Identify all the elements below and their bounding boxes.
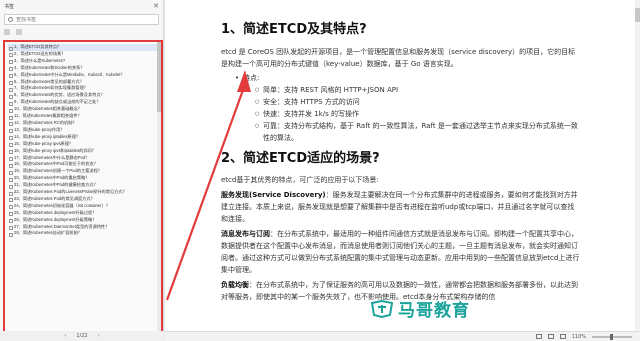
page-indicator: 1/22 [76, 333, 88, 339]
toc-scrollbar-thumb[interactable] [157, 42, 161, 112]
features-item: 特点: 简单：支持 REST 风格的 HTTP+JSON API安全：支持 HT… [235, 73, 581, 144]
toc-item[interactable]: 10、简述Kubernetes相关基础概念？ [8, 106, 161, 113]
collapse-all-icon[interactable] [16, 29, 22, 35]
scene1-title: 服务发现(Service Discovery) [221, 191, 326, 199]
sidebar-toolbar [4, 27, 159, 37]
features-list: 特点: 简单：支持 REST 风格的 HTTP+JSON API安全：支持 HT… [221, 73, 581, 144]
prev-page-icon[interactable]: ‹ [64, 333, 66, 339]
next-page-icon[interactable]: › [98, 333, 100, 339]
feature-item: 快速：支持并发 1k/s 的写操作 [255, 108, 581, 120]
feature-item: 安全：支持 HTTPS 方式的访问 [255, 96, 581, 108]
toc-item[interactable]: 22、简述Kubernetes Pod的LivenessProbe探针的常见方式… [8, 189, 161, 196]
single-page-icon[interactable] [535, 334, 542, 339]
toc-item[interactable]: 20、简述Kubernetes中Pod的重启策略？ [8, 175, 161, 182]
feature-item: 可靠：支持分布式结构，基于 Raft 的一致性算法，Raft 是一套通过选举主节… [255, 120, 581, 144]
toc-item[interactable]: 9、简述Kubernetes的缺点或当前的不足之处？ [8, 99, 161, 106]
sidebar-footer: ‹ 1/22 › [0, 331, 164, 341]
toc-item[interactable]: 6、简述Kubernetes常见的部署方式？ [8, 79, 161, 86]
toc-item[interactable]: 1、简述ETCD及其特点？ [8, 44, 161, 51]
zoom-slider[interactable] [592, 333, 632, 340]
watermark-text: 马哥教育 [398, 301, 470, 321]
toc-item[interactable]: 5、简述Kubernetes中什么是Minikube、Kubectl、Kubel… [8, 72, 161, 79]
toc-item[interactable]: 21、简述Kubernetes中Pod的健康检查方式？ [8, 182, 161, 189]
feature-item: 简单：支持 REST 风格的 HTTP+JSON API [255, 84, 581, 96]
sidebar-header: 书签 ✕ [0, 0, 163, 12]
zoom-level[interactable]: 110% [572, 334, 586, 340]
toc-item[interactable]: 18、简述Kubernetes中Pod可能位于的状态？ [8, 161, 161, 168]
toc-item[interactable]: 4、简述Kubernetes和Docker的关系？ [8, 65, 161, 72]
toc-item[interactable]: 17、简述Kubernetes中什么是静态Pod？ [8, 155, 161, 162]
document-page: 1、简述ETCD及其特点? etcd 是 CoreOS 团队发起的开源项目，是一… [221, 22, 581, 303]
scene2-title: 消息发布与订阅 [221, 230, 270, 238]
feature-sublist: 简单：支持 REST 风格的 HTTP+JSON API安全：支持 HTTPS … [243, 84, 581, 144]
toc-item[interactable]: 15、简述kube-proxy ipvs原理？ [8, 141, 161, 148]
toc-highlight-box: 1、简述ETCD及其特点？ 2、简述ETCD适应的场景？ 3、简述什么是Kubern… [3, 40, 163, 336]
paragraph-pubsub: 消息发布与订阅：在分布式系统中，最适用的一种组件间通信方式就是消息发布与订阅。即… [221, 228, 581, 276]
pdf-reader-window: 书签 ✕ 1、简述ETCD及其特点？2、简述ETCD适应的场景？3、简述什么是K… [0, 0, 640, 341]
toc-item[interactable]: 27、简述Kubernetes DaemonSet类型的资源特性？ [8, 224, 161, 231]
toc-item[interactable]: 12、简述Kubernetes RC的机制？ [8, 120, 161, 127]
bookmark-sidebar: 书签 ✕ 1、简述ETCD及其特点？2、简述ETCD适应的场景？3、简述什么是K… [0, 0, 164, 341]
toc-item[interactable]: 19、简述Kubernetes创建一个Pod的主要流程？ [8, 168, 161, 175]
toc-item[interactable]: 24、简述Kubernetes初始化容器（init container）？ [8, 203, 161, 210]
scene2-text: ：在分布式系统中，最适用的一种组件间通信方式就是消息发布与订阅。即构建一个配置共… [221, 230, 580, 274]
toc-item[interactable]: 11、简述Kubernetes集群相关组件？ [8, 113, 161, 120]
zoom-slider-knob[interactable] [610, 333, 613, 340]
expand-all-icon[interactable] [4, 29, 10, 35]
two-page-icon[interactable] [547, 334, 554, 339]
toc-item[interactable]: 13、简述kube-proxy作用？ [8, 127, 161, 134]
paragraph-service-discovery: 服务发现(Service Discovery)：服务发现主要解决在同一个分布式集… [221, 189, 581, 225]
scene3-title: 负载均衡 [221, 281, 249, 289]
toc-item[interactable]: 23、简述Kubernetes Pod的常见调度方式？ [8, 196, 161, 203]
logo-mark-icon [370, 299, 394, 318]
bookmark-search-input[interactable] [16, 16, 136, 23]
document-view[interactable]: 1、简述ETCD及其特点? etcd 是 CoreOS 团队发起的开源项目，是一… [165, 0, 640, 341]
toc-item[interactable]: 14、简述kube-proxy iptables原理？ [8, 134, 161, 141]
features-label: 特点: [243, 74, 260, 82]
sidebar-title: 书签 [4, 3, 15, 10]
bookmark-search[interactable] [4, 14, 159, 25]
toc-item[interactable]: 28、简述Kubernetes自动扩容机制？ [8, 230, 161, 237]
toc-item[interactable]: 16、简述kube-proxy ipvs和iptables的异同？ [8, 148, 161, 155]
fit-width-icon[interactable] [559, 334, 566, 339]
watermark-logo: 马哥教育 [370, 296, 470, 321]
document-scrollbar-thumb[interactable] [635, 8, 640, 22]
toc-item[interactable]: 8、简述Kubernetes的优势、适应场景及其特点？ [8, 92, 161, 99]
close-icon[interactable]: ✕ [153, 2, 159, 10]
heading-2: 2、简述ETCD适应的场景? [221, 151, 380, 166]
toc-item[interactable]: 7、简述Kubernetes如何实现集群管理？ [8, 85, 161, 92]
document-scrollbar[interactable] [635, 0, 640, 331]
toc-item[interactable]: 3、简述什么是Kubernetes? [8, 58, 161, 65]
heading-1: 1、简述ETCD及其特点? [221, 22, 367, 37]
toc-scrollbar[interactable] [157, 42, 161, 334]
paragraph-etcd-intro: etcd 是 CoreOS 团队发起的开源项目，是一个管理配置信息和服务发现（s… [221, 48, 576, 68]
status-bar: 110% [165, 331, 640, 341]
toc-item[interactable]: 25、简述Kubernetes deployment升级过程？ [8, 210, 161, 217]
toc-item[interactable]: 26、简述Kubernetes deployment升级策略？ [8, 217, 161, 224]
search-icon [8, 17, 13, 22]
paragraph-scenes-intro: etcd基于其优秀的特点，可广泛的应用于以下场景: [221, 176, 379, 184]
toc-item[interactable]: 2、简述ETCD适应的场景？ [8, 51, 161, 58]
toc-list: 1、简述ETCD及其特点？ 2、简述ETCD适应的场景？ 3、简述什么是Kubern… [5, 42, 161, 237]
